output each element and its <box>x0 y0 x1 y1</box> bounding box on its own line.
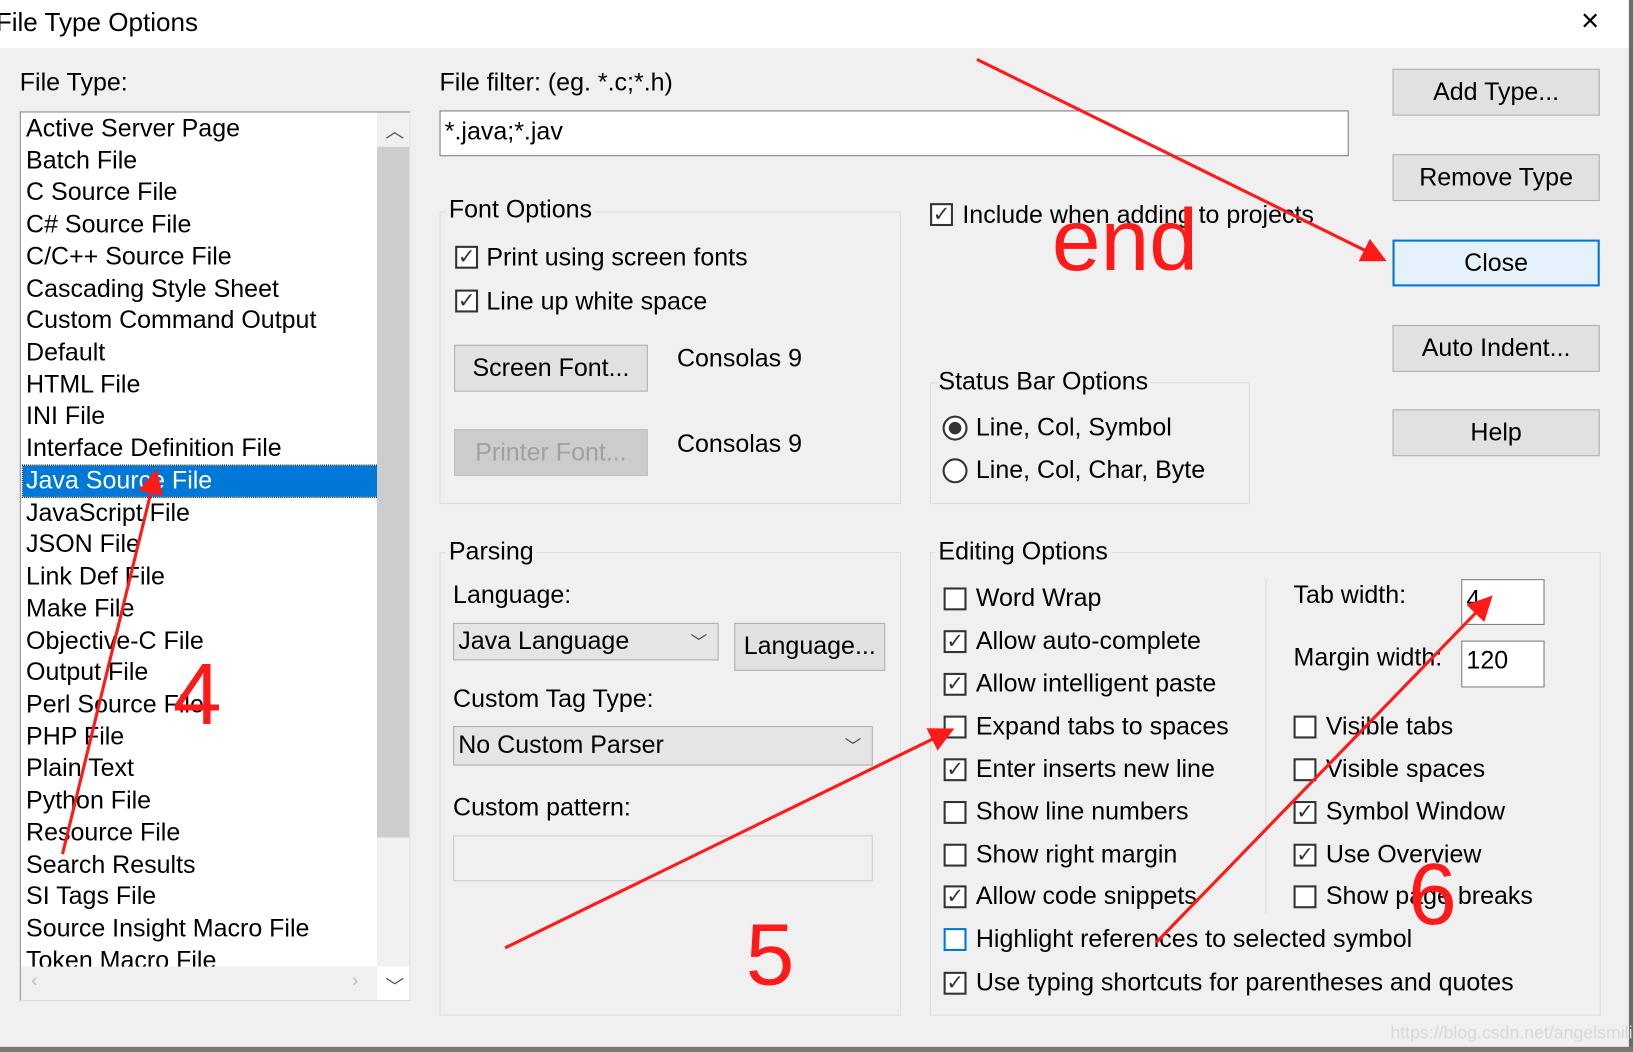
annotation-6: 6 <box>1408 844 1457 943</box>
arrow-5 <box>504 728 955 950</box>
annotation-4: 4 <box>172 644 222 743</box>
file-type-options-dialog: File Type Options × File Type: Active Se… <box>0 0 1633 1052</box>
arrow-4 <box>60 468 163 855</box>
annotation-end: end <box>1051 190 1198 289</box>
annotation-5: 5 <box>745 905 795 1004</box>
annotation-overlay <box>60 57 1493 950</box>
